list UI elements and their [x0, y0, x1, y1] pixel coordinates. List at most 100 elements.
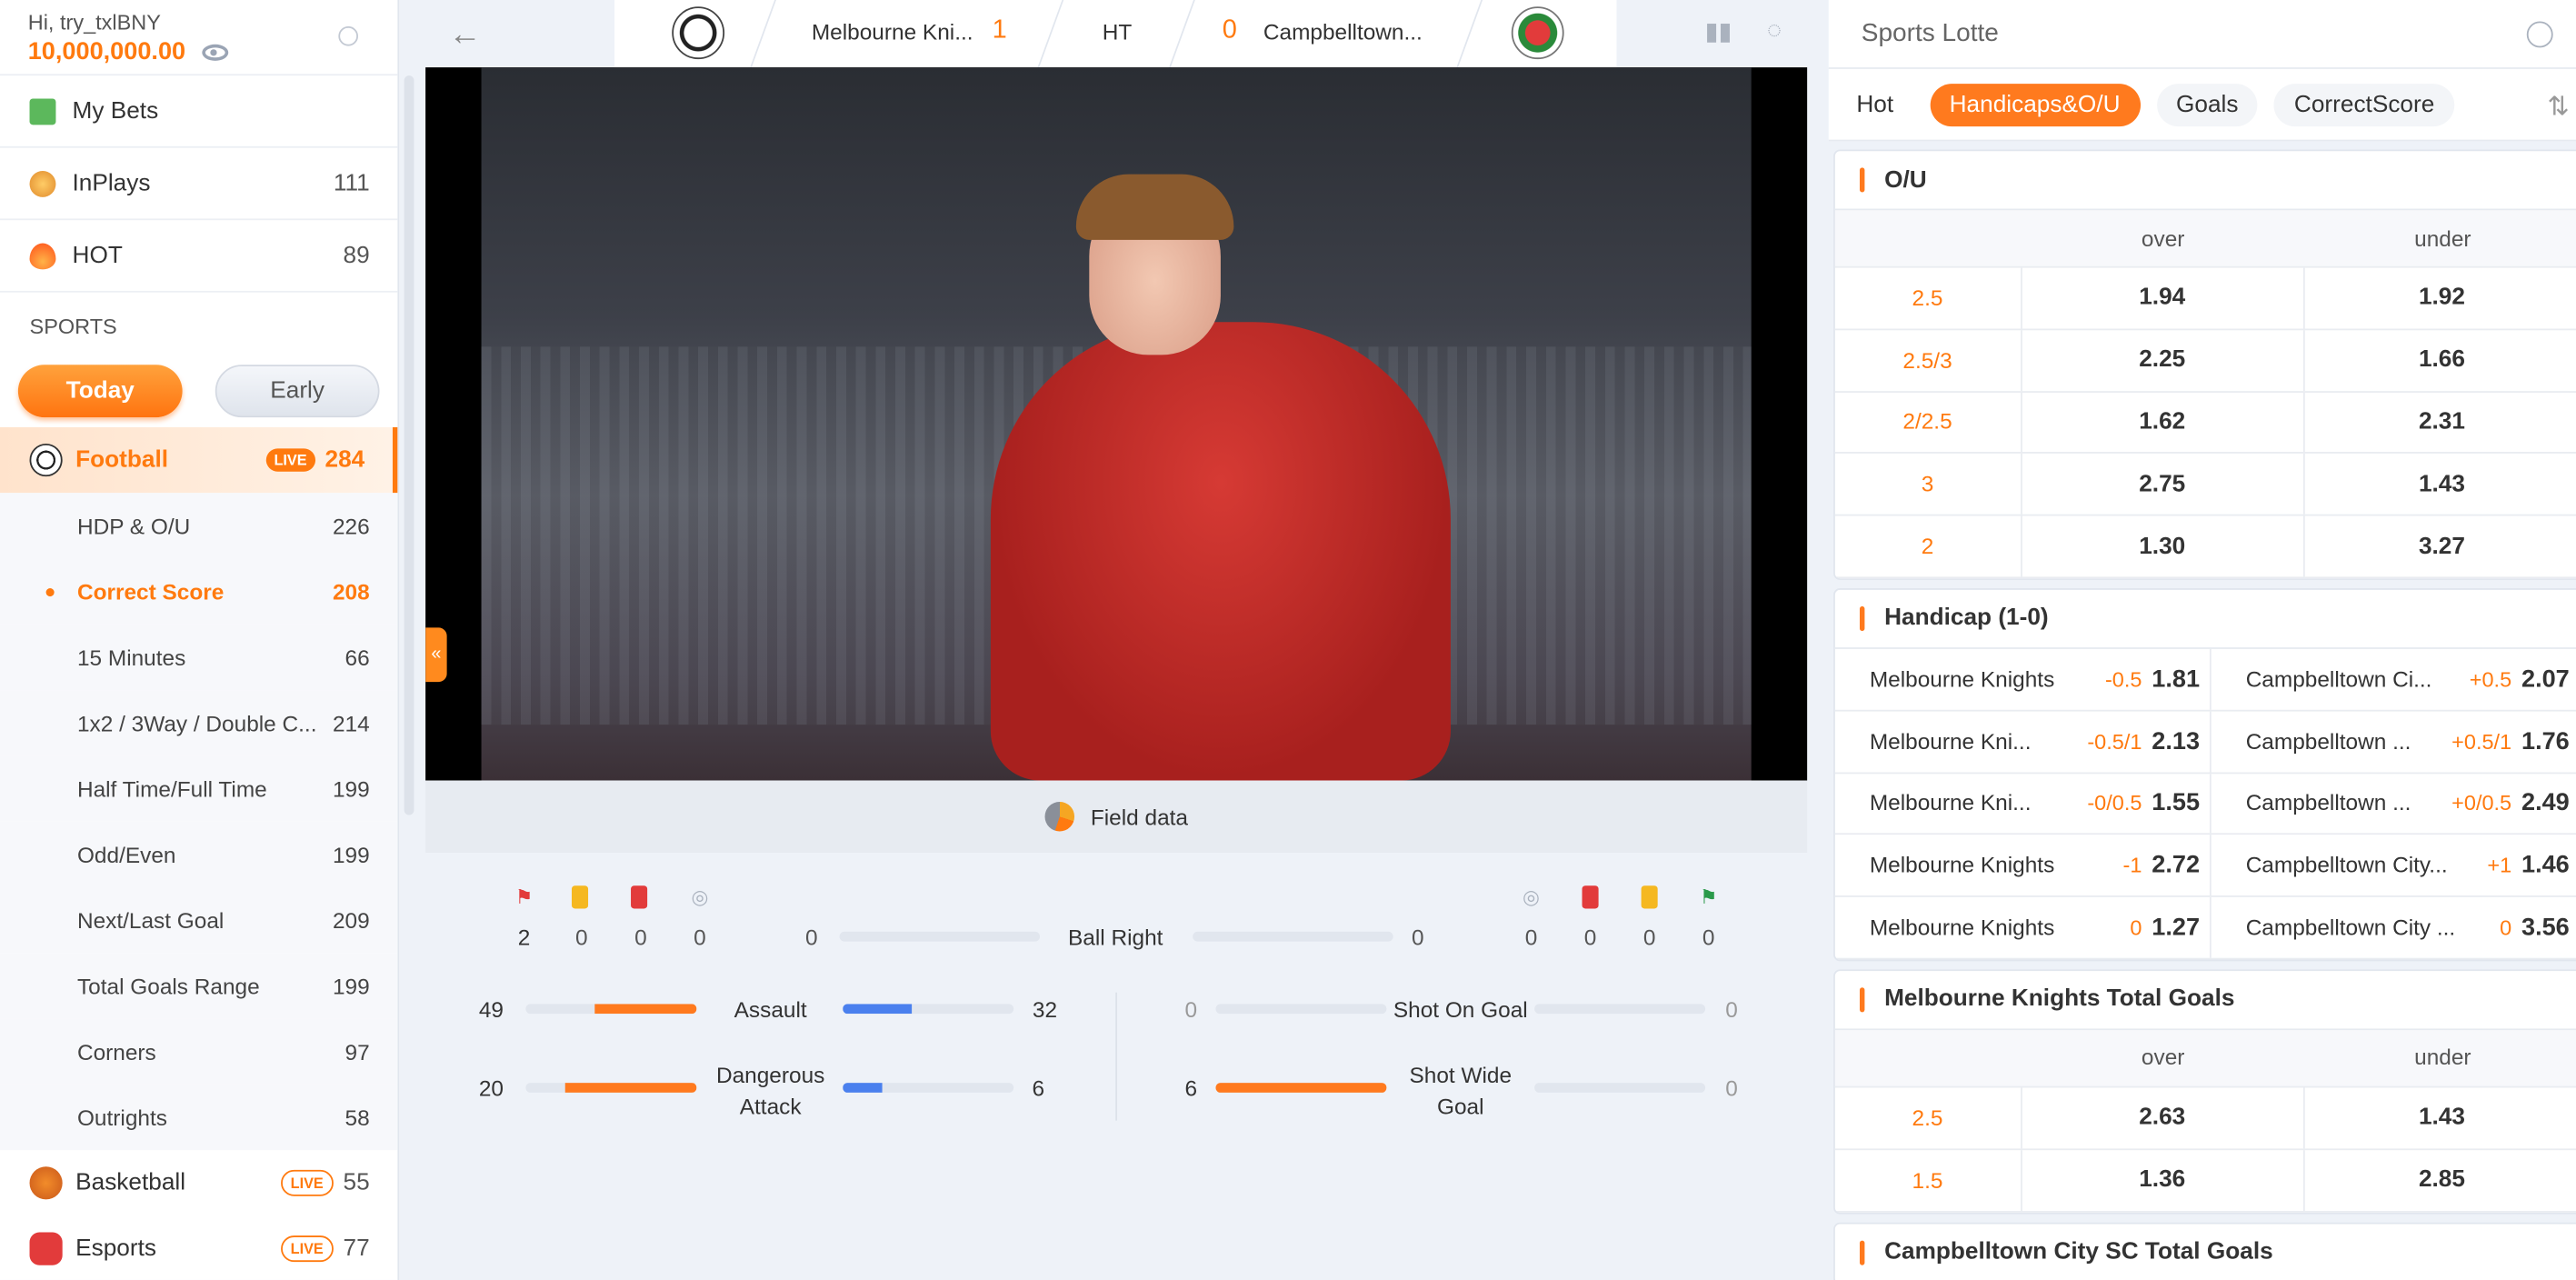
eye-icon[interactable] — [202, 43, 229, 60]
tab-handicaps-ou[interactable]: Handicaps&O/U — [1929, 83, 2141, 126]
away-team-name: Campbelltown... — [1263, 19, 1423, 45]
over-odds[interactable]: 1.62 — [2022, 392, 2305, 453]
ou-section: O/U over under 2.5 1.94 1.92 2.5/3 2.25 1.66 2/… — [1833, 149, 2576, 580]
shot-wide-away-bar — [1534, 1083, 1706, 1093]
menu-my-bets[interactable]: My Bets — [0, 75, 398, 148]
sidebar-scrollbar[interactable] — [404, 75, 414, 815]
assault-away-bar — [843, 1004, 1014, 1015]
scoreboard: Melbourne Kni... 1 HT 0 Campbelltown... — [614, 0, 1617, 68]
home-handicap-odds[interactable]: Melbourne Knights -0.5 1.81 — [1835, 648, 2212, 710]
handicap-section: Handicap (1-0) Melbourne Knights -0.5 1.81… — [1833, 588, 2576, 962]
sport-football[interactable]: Football LIVE 284 — [0, 426, 398, 494]
submenu-item[interactable]: Next/Last Goal 209 — [0, 886, 398, 954]
submenu-item[interactable]: Half Time/Full Time 199 — [0, 755, 398, 822]
submenu-item[interactable]: Total Goals Range 199 — [0, 953, 398, 1019]
under-odds[interactable]: 3.27 — [2304, 516, 2576, 577]
refresh-icon[interactable] — [338, 25, 359, 46]
collapse-sidebar-icon[interactable]: « — [425, 627, 447, 683]
inplay-icon — [29, 170, 56, 196]
under-odds[interactable]: 1.92 — [2304, 268, 2576, 329]
over-odds[interactable]: 1.30 — [2022, 515, 2305, 577]
sport-basketball[interactable]: Basketball LIVE 55 — [0, 1150, 397, 1215]
submenu-item[interactable]: Outrights 58 — [0, 1084, 398, 1151]
home-handicap-odds[interactable]: Melbourne Knights 0 1.27 — [1835, 897, 2212, 958]
odds-row: 2.5/3 2.25 1.66 — [1834, 329, 2576, 393]
submenu-item[interactable]: 1x2 / 3Way / Double C... 214 — [0, 690, 398, 756]
back-arrow-icon[interactable]: ← — [448, 16, 481, 55]
bets-icon — [29, 97, 56, 125]
odds-row: 2 1.30 3.27 — [1834, 515, 2576, 579]
away-handicap-odds[interactable]: Campbelltown ... +0.5/1 1.76 — [2212, 711, 2576, 772]
account-panel: Hi, try_txlBNY 10,000,000.00 — [0, 0, 398, 76]
sport-esports[interactable]: Esports LIVE 77 — [0, 1215, 397, 1279]
day-toggle: Today Early — [0, 358, 397, 424]
handicap-row: Melbourne Knights -0.5 1.81 Campbelltown Ci… — [1834, 648, 2576, 712]
odds-row: 2.5 2.63 1.43 — [1834, 1087, 2576, 1150]
odds-row: 2.5 1.94 1.92 — [1834, 267, 2576, 330]
fire-icon — [29, 242, 56, 269]
under-odds[interactable]: 2.31 — [2304, 392, 2576, 453]
cc-goals-section: Campbelltown City SC Total Goals — [1833, 1221, 2576, 1280]
tab-goals[interactable]: Goals — [2156, 83, 2259, 126]
under-odds[interactable]: 1.43 — [2304, 1087, 2576, 1148]
home-handicap-odds[interactable]: Melbourne Knights -1 2.72 — [1835, 835, 2212, 896]
sidebar: Hi, try_txlBNY 10,000,000.00 My Bets InP… — [0, 0, 400, 1280]
odds-row: 3 2.75 1.43 — [1834, 454, 2576, 516]
ball-home-bar — [839, 931, 1041, 942]
live-badge: LIVE — [265, 448, 315, 472]
shot-on-home-bar — [1215, 1004, 1387, 1015]
home-handicap-odds[interactable]: Melbourne Kni... -0/0.5 1.55 — [1835, 773, 2212, 835]
over-odds[interactable]: 2.25 — [2022, 329, 2305, 391]
match-center: ← Melbourne Kni... 1 HT 0 Campbelltown..… — [425, 0, 1808, 1280]
over-odds[interactable]: 2.75 — [2022, 454, 2305, 515]
tab-hot[interactable]: Hot — [1837, 83, 1913, 125]
red-card-icon — [1582, 885, 1599, 909]
home-score: 1 — [992, 16, 1007, 45]
submenu-item[interactable]: Correct Score 208 — [0, 558, 398, 625]
football-icon — [29, 443, 63, 477]
red-card-icon — [631, 885, 648, 909]
away-handicap-odds[interactable]: Campbelltown Ci... +0.5 2.07 — [2212, 649, 2576, 710]
tab-correct-score[interactable]: CorrectScore — [2274, 83, 2455, 126]
stats-chart-icon[interactable]: ▮▮ — [1702, 16, 1734, 49]
over-odds[interactable]: 1.94 — [2022, 267, 2305, 329]
away-handicap-odds[interactable]: Campbelltown ... +0/0.5 2.49 — [2212, 774, 2576, 835]
early-button[interactable]: Early — [215, 365, 380, 418]
dangerous-home-bar — [525, 1083, 697, 1093]
submenu-item[interactable]: Odd/Even 199 — [0, 821, 398, 887]
sort-icon[interactable]: ⇅ — [2548, 90, 2570, 123]
away-score: 0 — [1222, 16, 1237, 45]
today-button[interactable]: Today — [17, 365, 183, 418]
under-odds[interactable]: 1.66 — [2304, 330, 2576, 391]
menu-hot[interactable]: HOT 89 — [0, 220, 398, 293]
submenu-item[interactable]: Corners 97 — [0, 1018, 398, 1085]
away-handicap-odds[interactable]: Campbelltown City... +1 1.46 — [2212, 835, 2576, 896]
line-value: 2.5 — [1835, 1087, 2022, 1148]
odds-row: 1.5 1.36 2.85 — [1834, 1149, 2576, 1213]
over-odds[interactable]: 2.63 — [2022, 1087, 2305, 1148]
under-odds[interactable]: 1.43 — [2304, 455, 2576, 515]
penalty-icon: ◎ — [1523, 885, 1540, 909]
home-handicap-odds[interactable]: Melbourne Kni... -0.5/1 2.13 — [1835, 711, 2212, 772]
shot-on-away-bar — [1534, 1004, 1706, 1015]
over-odds[interactable]: 1.36 — [2022, 1149, 2305, 1211]
menu-inplays[interactable]: InPlays 111 — [0, 148, 398, 221]
live-video[interactable]: « — [425, 67, 1808, 781]
penalty-icon: ◎ — [691, 885, 709, 909]
odds-row: 2/2.5 1.62 2.31 — [1834, 392, 2576, 455]
refresh-icon[interactable] — [2526, 21, 2553, 48]
submenu-item[interactable]: HDP & O/U 226 — [0, 493, 398, 559]
under-odds[interactable]: 2.85 — [2304, 1150, 2576, 1211]
line-value: 2.5/3 — [1835, 329, 2022, 391]
line-value: 1.5 — [1835, 1149, 2022, 1211]
submenu-item[interactable]: 15 Minutes 66 — [0, 624, 398, 691]
basketball-icon — [29, 1166, 63, 1200]
pie-chart-icon — [1044, 802, 1074, 832]
away-handicap-odds[interactable]: Campbelltown City ... 0 3.56 — [2212, 897, 2576, 958]
home-team-name: Melbourne Kni... — [811, 19, 973, 45]
ball-label: Ball Right — [1068, 925, 1163, 950]
mk-goals-section: Melbourne Knights Total Goals over under … — [1833, 969, 2576, 1214]
odds-panel: Sports Lotte Hot Handicaps&O/U Goals Cor… — [1828, 0, 2576, 1280]
refresh-icon[interactable]: ◌ — [1758, 16, 1791, 49]
field-data-bar[interactable]: Field data — [425, 780, 1808, 854]
